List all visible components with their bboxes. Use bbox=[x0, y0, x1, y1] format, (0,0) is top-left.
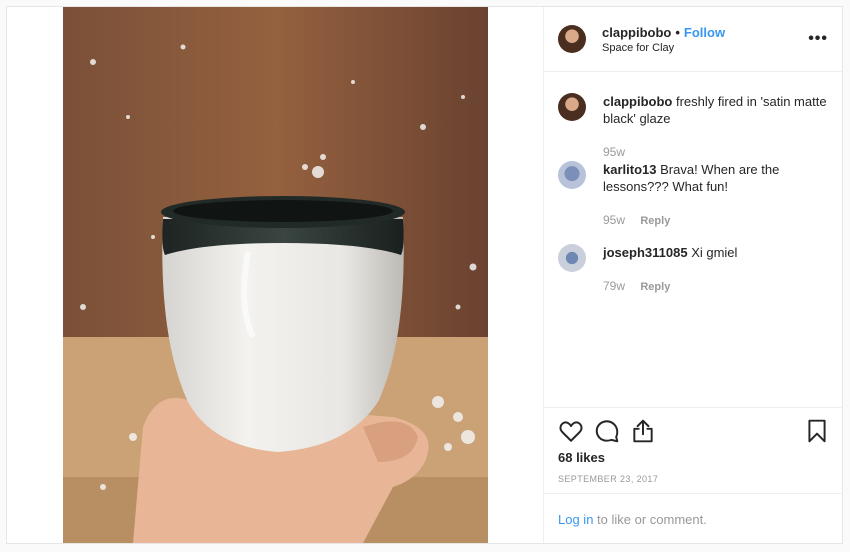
post-card: clappibobo • Follow Space for Clay ••• cla… bbox=[6, 6, 843, 544]
author-avatar[interactable] bbox=[558, 25, 586, 53]
post-date[interactable]: SEPTEMBER 23, 2017 bbox=[558, 474, 658, 484]
comment-time[interactable]: 95w bbox=[603, 213, 625, 227]
comment-text: joseph311085 Xi gmiel bbox=[603, 244, 833, 261]
post-media[interactable] bbox=[7, 7, 543, 543]
comment-item: karlito13 Brava! When are the lessons???… bbox=[558, 161, 828, 231]
login-footer: Log in to like or comment. bbox=[544, 493, 843, 543]
share-icon[interactable] bbox=[630, 418, 656, 444]
comment-avatar[interactable] bbox=[558, 93, 586, 121]
comment-body: Xi gmiel bbox=[691, 245, 738, 260]
login-link[interactable]: Log in bbox=[558, 512, 593, 527]
comment-meta: 79w Reply bbox=[603, 279, 670, 293]
separator-dot: • bbox=[675, 25, 680, 40]
login-prompt: to like or comment. bbox=[593, 512, 707, 527]
comment-username[interactable]: karlito13 bbox=[603, 162, 656, 177]
more-options-icon[interactable]: ••• bbox=[808, 30, 828, 48]
heart-icon[interactable] bbox=[558, 418, 584, 444]
likes-count[interactable]: 68 likes bbox=[558, 450, 605, 465]
author-line: clappibobo • Follow bbox=[602, 25, 725, 40]
post-sidebar: clappibobo • Follow Space for Clay ••• cla… bbox=[543, 7, 843, 543]
reply-button[interactable]: Reply bbox=[640, 281, 670, 293]
cup-photo-illustration bbox=[63, 7, 488, 543]
comment-meta: 95w bbox=[603, 145, 625, 159]
post-header: clappibobo • Follow Space for Clay ••• bbox=[544, 7, 842, 72]
comment-time[interactable]: 95w bbox=[603, 145, 625, 159]
author-username[interactable]: clappibobo bbox=[602, 25, 671, 40]
post-photo[interactable] bbox=[63, 7, 488, 543]
comment-text: clappibobo freshly fired in 'satin matte… bbox=[603, 93, 833, 127]
comment-avatar[interactable] bbox=[558, 244, 586, 272]
comment-username[interactable]: joseph311085 bbox=[603, 245, 688, 260]
comment-item: joseph311085 Xi gmiel 79w Reply bbox=[558, 244, 828, 294]
reply-button[interactable]: Reply bbox=[640, 215, 670, 227]
comment-avatar[interactable] bbox=[558, 161, 586, 189]
comment-text: karlito13 Brava! When are the lessons???… bbox=[603, 161, 833, 195]
bookmark-icon[interactable] bbox=[804, 418, 830, 444]
caption-comment: clappibobo freshly fired in 'satin matte… bbox=[558, 93, 828, 163]
comment-meta: 95w Reply bbox=[603, 213, 670, 227]
comment-time[interactable]: 79w bbox=[603, 279, 625, 293]
post-location[interactable]: Space for Clay bbox=[602, 42, 674, 54]
comment-username[interactable]: clappibobo bbox=[603, 94, 672, 109]
comment-icon[interactable] bbox=[594, 418, 620, 444]
follow-button[interactable]: Follow bbox=[684, 25, 725, 40]
